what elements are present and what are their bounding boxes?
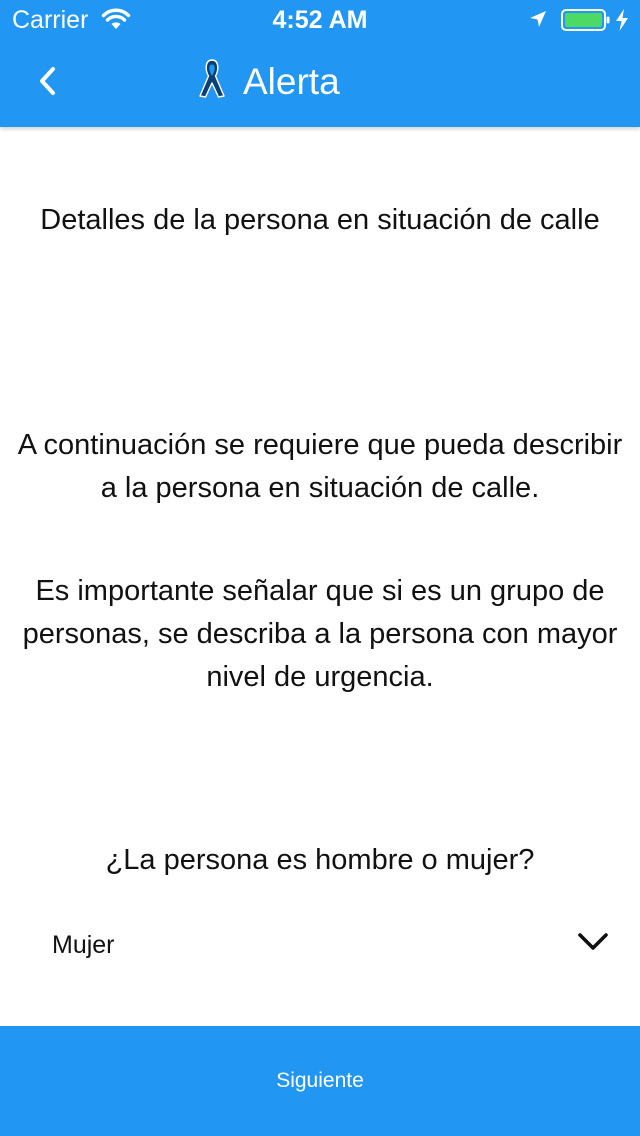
awareness-ribbon-icon	[199, 59, 225, 98]
back-button[interactable]	[24, 54, 72, 106]
group-note-text: Es importante señalar que si es un grupo…	[22, 575, 618, 693]
chevron-down-icon	[578, 933, 608, 950]
instructions-text: A continuación se requiere que pueda des…	[17, 429, 623, 504]
charging-icon	[616, 9, 628, 31]
section-heading: Detalles de la persona en situación de c…	[40, 204, 600, 236]
gender-question: ¿La persona es hombre o mujer?	[105, 844, 535, 876]
page-title: Alerta	[243, 61, 340, 102]
battery-icon	[561, 9, 610, 31]
gender-select-value: Mujer	[52, 931, 115, 959]
next-button[interactable]: Siguiente	[0, 1026, 640, 1136]
back-chevron-icon	[40, 67, 55, 95]
location-icon	[530, 11, 546, 27]
gender-select[interactable]: Mujer	[30, 912, 620, 978]
status-bar: Carrier 4:52 AM	[0, 0, 640, 40]
app-bar: Carrier 4:52 AM Alerta	[0, 0, 640, 127]
